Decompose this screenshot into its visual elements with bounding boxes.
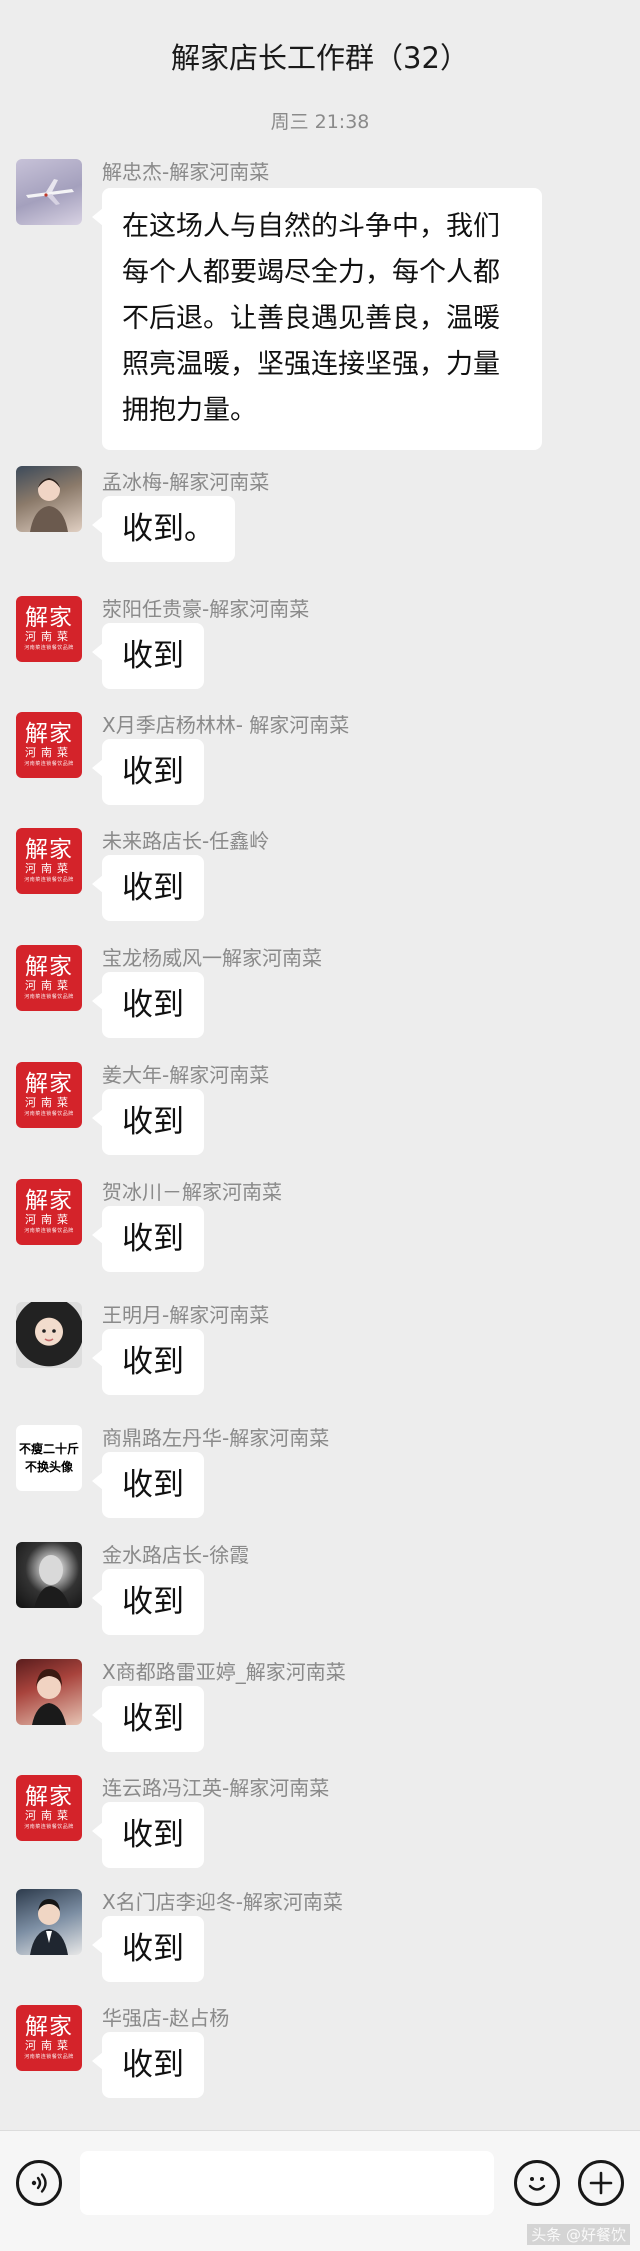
sender-name: X名门店李迎冬-解家河南菜: [102, 1890, 343, 1914]
avatar[interactable]: [16, 1659, 82, 1725]
chat-title: 解家店长工作群（32）: [171, 41, 469, 75]
avatar[interactable]: [16, 159, 82, 225]
avatar[interactable]: [16, 1302, 82, 1368]
brand-logo-slogan: 河南菜连锁餐饮品牌: [24, 2054, 74, 2060]
brand-logo-text: 解家: [25, 1188, 73, 1214]
sender-name: 金水路店长-徐霞: [102, 1543, 250, 1567]
brand-logo-text: 解家: [25, 954, 73, 980]
sender-name: X商都路雷亚婷_解家河南菜: [102, 1660, 346, 1684]
avatar[interactable]: 解家 河南菜 河南菜连锁餐饮品牌: [16, 712, 82, 778]
avatar[interactable]: 解家 河南菜 河南菜连锁餐饮品牌: [16, 1179, 82, 1245]
sender-name: 华强店-赵占杨: [102, 2006, 230, 2030]
avatar[interactable]: 解家 河南菜 河南菜连锁餐饮品牌: [16, 828, 82, 894]
brand-logo-slogan: 河南菜连锁餐饮品牌: [24, 877, 74, 883]
brand-logo-slogan: 河南菜连锁餐饮品牌: [24, 994, 74, 1000]
avatar[interactable]: 不瘦二十斤 不换头像: [16, 1425, 82, 1491]
message-bubble[interactable]: 收到: [92, 1802, 204, 1868]
sender-name: 荥阳任贵豪-解家河南菜: [102, 597, 310, 621]
brand-logo-subtext: 河南菜: [25, 979, 73, 992]
person-photo-icon: [30, 1899, 68, 1955]
person-photo-icon: [36, 1319, 62, 1345]
brand-logo-slogan: 河南菜连锁餐饮品牌: [24, 645, 74, 651]
person-photo-icon: [32, 1669, 66, 1725]
emoji-icon: [528, 2177, 546, 2191]
message-bubble[interactable]: 收到: [92, 1916, 204, 1982]
message-bubble[interactable]: 收到: [92, 623, 204, 689]
avatar[interactable]: [16, 1889, 82, 1955]
brand-logo-slogan: 河南菜连锁餐饮品牌: [24, 1824, 74, 1830]
brand-logo-slogan: 河南菜连锁餐饮品牌: [24, 1228, 74, 1234]
avatar-text-line: 不瘦二十斤: [18, 1442, 79, 1456]
brand-logo-slogan: 河南菜连锁餐饮品牌: [24, 1111, 74, 1117]
airplane-photo-icon: [26, 179, 74, 205]
brand-logo-text: 解家: [25, 721, 73, 747]
avatar[interactable]: 解家 河南菜 河南菜连锁餐饮品牌: [16, 1062, 82, 1128]
message-bubble[interactable]: 收到。: [92, 496, 235, 562]
brand-logo-text: 解家: [25, 837, 73, 863]
avatar-text-line: 不换头像: [24, 1460, 73, 1474]
brand-logo-subtext: 河南菜: [25, 2039, 73, 2052]
message-bubble[interactable]: 收到: [92, 1686, 204, 1752]
sender-name: 孟冰梅-解家河南菜: [102, 470, 270, 494]
emoji-button[interactable]: [514, 2160, 560, 2206]
brand-logo-subtext: 河南菜: [25, 746, 73, 759]
brand-logo-text: 解家: [25, 605, 73, 631]
message-bubble[interactable]: 在这场人与自然的斗争中，我们每个人都要竭尽全力，每个人都不后退。让善良遇见善良，…: [92, 188, 542, 450]
brand-logo-subtext: 河南菜: [25, 1809, 73, 1822]
message-bubble[interactable]: 收到: [92, 1206, 204, 1272]
plus-button[interactable]: [578, 2160, 624, 2206]
avatar[interactable]: 解家 河南菜 河南菜连锁餐饮品牌: [16, 596, 82, 662]
brand-logo-subtext: 河南菜: [25, 630, 73, 643]
message-bubble[interactable]: 收到: [92, 739, 204, 805]
sender-name: 宝龙杨威风一解家河南菜: [102, 946, 322, 970]
sender-name: 未来路店长-任鑫岭: [102, 829, 270, 853]
message-bubble[interactable]: 收到: [92, 1569, 204, 1635]
message-timestamp: 周三 21:38: [270, 111, 370, 133]
avatar[interactable]: 解家 河南菜 河南菜连锁餐饮品牌: [16, 2005, 82, 2071]
voice-button[interactable]: [16, 2160, 62, 2206]
brand-logo-text: 解家: [25, 1784, 73, 1810]
brand-logo-text: 解家: [25, 1071, 73, 1097]
brand-logo-subtext: 河南菜: [25, 1096, 73, 1109]
message-bubble[interactable]: 收到: [92, 1452, 204, 1518]
sender-name: 王明月-解家河南菜: [102, 1303, 270, 1327]
input-toolbar: 头条 @好餐饮: [0, 2130, 640, 2251]
plus-icon: [589, 2171, 613, 2195]
watermark: 头条 @好餐饮: [527, 2224, 630, 2245]
message-bubble[interactable]: 收到: [92, 1089, 204, 1155]
avatar[interactable]: [16, 1542, 82, 1608]
brand-logo-text: 解家: [25, 2014, 73, 2040]
sender-name: 商鼎路左丹华-解家河南菜: [102, 1426, 330, 1450]
avatar[interactable]: [16, 466, 82, 532]
message-bubble[interactable]: 收到: [92, 855, 204, 921]
sender-name: X月季店杨林林- 解家河南菜: [102, 713, 350, 737]
person-photo-icon: [34, 1555, 70, 1608]
sender-name: 贺冰川－解家河南菜: [102, 1180, 282, 1204]
voice-icon: [31, 2173, 47, 2193]
message-bubble[interactable]: 收到: [92, 972, 204, 1038]
person-photo-icon: [30, 478, 68, 532]
sender-name: 连云路冯江英-解家河南菜: [102, 1776, 330, 1800]
brand-logo-slogan: 河南菜连锁餐饮品牌: [24, 761, 74, 767]
avatar[interactable]: 解家 河南菜 河南菜连锁餐饮品牌: [16, 945, 82, 1011]
brand-logo-subtext: 河南菜: [25, 862, 73, 875]
sender-name: 解忠杰-解家河南菜: [102, 160, 270, 184]
avatar[interactable]: 解家 河南菜 河南菜连锁餐饮品牌: [16, 1775, 82, 1841]
message-bubble[interactable]: 收到: [92, 2032, 204, 2098]
brand-logo-subtext: 河南菜: [25, 1213, 73, 1226]
sender-name: 姜大年-解家河南菜: [102, 1063, 270, 1087]
message-input[interactable]: [80, 2151, 494, 2215]
message-bubble[interactable]: 收到: [92, 1329, 204, 1395]
